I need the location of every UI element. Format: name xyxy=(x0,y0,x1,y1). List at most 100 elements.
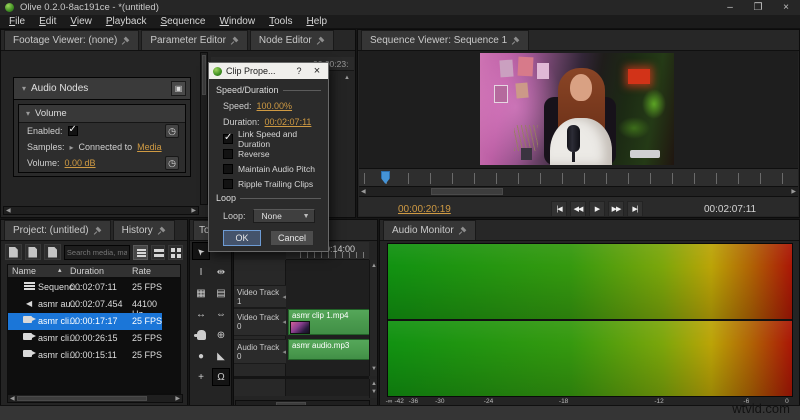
previous-frame-button[interactable]: ◀◀ xyxy=(570,201,586,217)
zoom-tool-button[interactable]: ⊕ xyxy=(212,326,230,344)
link-speed-and-duration-checkbox[interactable] xyxy=(223,132,233,144)
menu-item-help[interactable]: Help xyxy=(299,16,334,27)
rolling-tool-button[interactable]: ▤ xyxy=(212,284,230,302)
parameter-vscrollbar[interactable] xyxy=(200,52,208,205)
menu-item-tools[interactable]: Tools xyxy=(262,16,299,27)
scroll-left-arrow-icon[interactable]: ◀ xyxy=(361,188,366,197)
pin-icon[interactable] xyxy=(459,227,467,235)
scroll-left-arrow-icon[interactable]: ◀ xyxy=(10,395,15,404)
tab-parameter-editor[interactable]: Parameter Editor xyxy=(141,30,248,50)
track-select-tool-button[interactable]: ⇹ xyxy=(212,263,230,281)
menu-item-window[interactable]: Window xyxy=(213,16,263,27)
media-row[interactable]: ◀asmr au...00:02:07.45444100 Hz xyxy=(8,296,162,319)
timeline-clip[interactable]: asmr audio.mp3 xyxy=(288,339,372,360)
maintain-audio-pitch-checkbox[interactable] xyxy=(223,164,233,174)
edit-tool-button[interactable]: I xyxy=(192,263,210,281)
menu-item-edit[interactable]: Edit xyxy=(32,16,63,27)
list-view-button[interactable] xyxy=(150,244,166,260)
ripple-tool-button[interactable]: ▦ xyxy=(192,284,210,302)
maximize-button[interactable]: ❐ xyxy=(744,0,772,15)
pin-icon[interactable] xyxy=(317,37,325,45)
icon-view-button[interactable] xyxy=(168,244,183,260)
menu-item-sequence[interactable]: Sequence xyxy=(153,16,212,27)
volume-header[interactable]: ▾ Volume xyxy=(19,105,185,123)
media-row[interactable]: asmr cli... 00:00:26:15 25 FPS xyxy=(8,330,162,347)
hand-tool-button[interactable] xyxy=(192,326,210,344)
keyframe-clock-button[interactable]: ◷ xyxy=(165,124,179,138)
go-to-end-button[interactable]: ▶| xyxy=(627,201,643,217)
scroll-up-arrow-icon[interactable]: ▲ xyxy=(344,74,350,83)
track-header-video-track-0[interactable]: Video Track 0 ◂ xyxy=(234,308,286,336)
enabled-checkbox[interactable] xyxy=(67,124,78,136)
transition-tool-button[interactable]: ◣ xyxy=(212,347,230,365)
media-row[interactable]: asmr cli... 00:00:15:11 25 FPS xyxy=(8,347,162,364)
tree-view-button[interactable] xyxy=(132,244,148,260)
pin-icon[interactable] xyxy=(94,227,102,235)
track-header-video-track-1[interactable]: Video Track 1 ◂ xyxy=(234,285,286,308)
timeline-clip[interactable]: asmr clip 1.mp4 xyxy=(288,309,372,335)
ok-button[interactable]: OK xyxy=(223,230,261,246)
expander-arrow-icon[interactable]: ▸ xyxy=(70,143,74,152)
media-row[interactable]: asmr cli... 00:00:17:17 25 FPS xyxy=(8,313,162,330)
speed-value-link[interactable]: 100.00% xyxy=(257,101,293,111)
pin-icon[interactable] xyxy=(512,37,520,45)
audio-tracks-vscrollbar[interactable]: ▲ ▼ xyxy=(369,379,377,398)
column-rate[interactable]: Rate xyxy=(132,266,151,276)
volume-value-link[interactable]: 0.00 dB xyxy=(65,158,96,168)
track-header-audio-track-0[interactable]: Audio Track 0 ◂ xyxy=(234,339,286,364)
keyframe-clock-button[interactable]: ◷ xyxy=(165,156,179,170)
scrollbar-thumb[interactable] xyxy=(17,396,147,401)
loop-dropdown[interactable]: None ▼ xyxy=(252,209,315,223)
new-item-button[interactable] xyxy=(5,244,22,260)
tab-audio-monitor[interactable]: Audio Monitor xyxy=(383,220,476,240)
add-tool-button[interactable]: + xyxy=(192,368,210,386)
parameter-hscrollbar[interactable]: ◀ ▶ xyxy=(3,206,199,215)
scroll-right-arrow-icon[interactable]: ▶ xyxy=(175,395,180,404)
next-frame-button[interactable]: ▶▶ xyxy=(608,201,624,217)
dialog-close-button[interactable]: × xyxy=(310,65,324,77)
audio-nodes-header[interactable]: ▾ Audio Nodes ▣ xyxy=(14,78,190,100)
pin-icon[interactable] xyxy=(158,227,166,235)
scrollbar-thumb[interactable] xyxy=(431,188,503,195)
cancel-button[interactable]: Cancel xyxy=(270,230,314,246)
tab-history[interactable]: History xyxy=(112,220,175,240)
open-project-button[interactable] xyxy=(24,244,42,260)
current-timecode[interactable]: 00:00:20:19 xyxy=(398,204,451,215)
scroll-right-arrow-icon[interactable]: ▶ xyxy=(191,207,196,216)
track-area-splitter[interactable] xyxy=(234,376,369,379)
tab-sequence-viewer[interactable]: Sequence Viewer: Sequence 1 xyxy=(361,30,530,50)
play-button[interactable]: ▶ xyxy=(589,201,605,217)
scrollbar-thumb[interactable] xyxy=(202,55,206,95)
pin-icon[interactable] xyxy=(231,37,239,45)
dialog-titlebar[interactable]: Clip Prope... ? × xyxy=(209,63,328,79)
scroll-down-arrow-icon[interactable]: ▼ xyxy=(371,365,377,374)
project-table-header[interactable]: Name ▴ Duration Rate xyxy=(7,264,181,278)
duration-value-link[interactable]: 00:02:07:11 xyxy=(265,117,312,127)
viewer-timeline-ruler[interactable] xyxy=(359,168,798,187)
node-connect-button[interactable]: ▣ xyxy=(171,81,186,96)
search-input[interactable] xyxy=(63,244,130,260)
slide-tool-button[interactable]: ⇔ xyxy=(212,305,230,323)
close-button[interactable]: × xyxy=(772,0,800,15)
menu-item-view[interactable]: View xyxy=(63,16,99,27)
menu-item-file[interactable]: File xyxy=(2,16,32,27)
reverse-checkbox[interactable] xyxy=(223,149,233,159)
minimize-button[interactable]: – xyxy=(716,0,744,15)
ripple-trailing-clips-checkbox[interactable] xyxy=(223,179,233,189)
tab-footage-viewer[interactable]: Footage Viewer: (none) xyxy=(4,30,140,50)
scroll-right-arrow-icon[interactable]: ▶ xyxy=(791,188,796,197)
menu-item-playback[interactable]: Playback xyxy=(99,16,154,27)
scroll-down-arrow-icon[interactable]: ▼ xyxy=(371,388,377,397)
media-link[interactable]: Media xyxy=(137,142,162,152)
go-to-start-button[interactable]: |◀ xyxy=(551,201,567,217)
viewer-hscrollbar[interactable]: ◀ ▶ xyxy=(359,187,798,197)
pin-icon[interactable] xyxy=(122,37,130,45)
scroll-left-arrow-icon[interactable]: ◀ xyxy=(6,207,11,216)
project-hscrollbar[interactable]: ◀ ▶ xyxy=(7,394,183,403)
column-duration[interactable]: Duration xyxy=(70,266,104,276)
dialog-help-button[interactable]: ? xyxy=(292,66,306,76)
save-project-button[interactable] xyxy=(44,244,61,260)
slip-tool-button[interactable]: ↔ xyxy=(192,305,210,323)
scroll-up-arrow-icon[interactable]: ▲ xyxy=(371,262,377,271)
record-tool-button[interactable]: ● xyxy=(192,347,210,365)
